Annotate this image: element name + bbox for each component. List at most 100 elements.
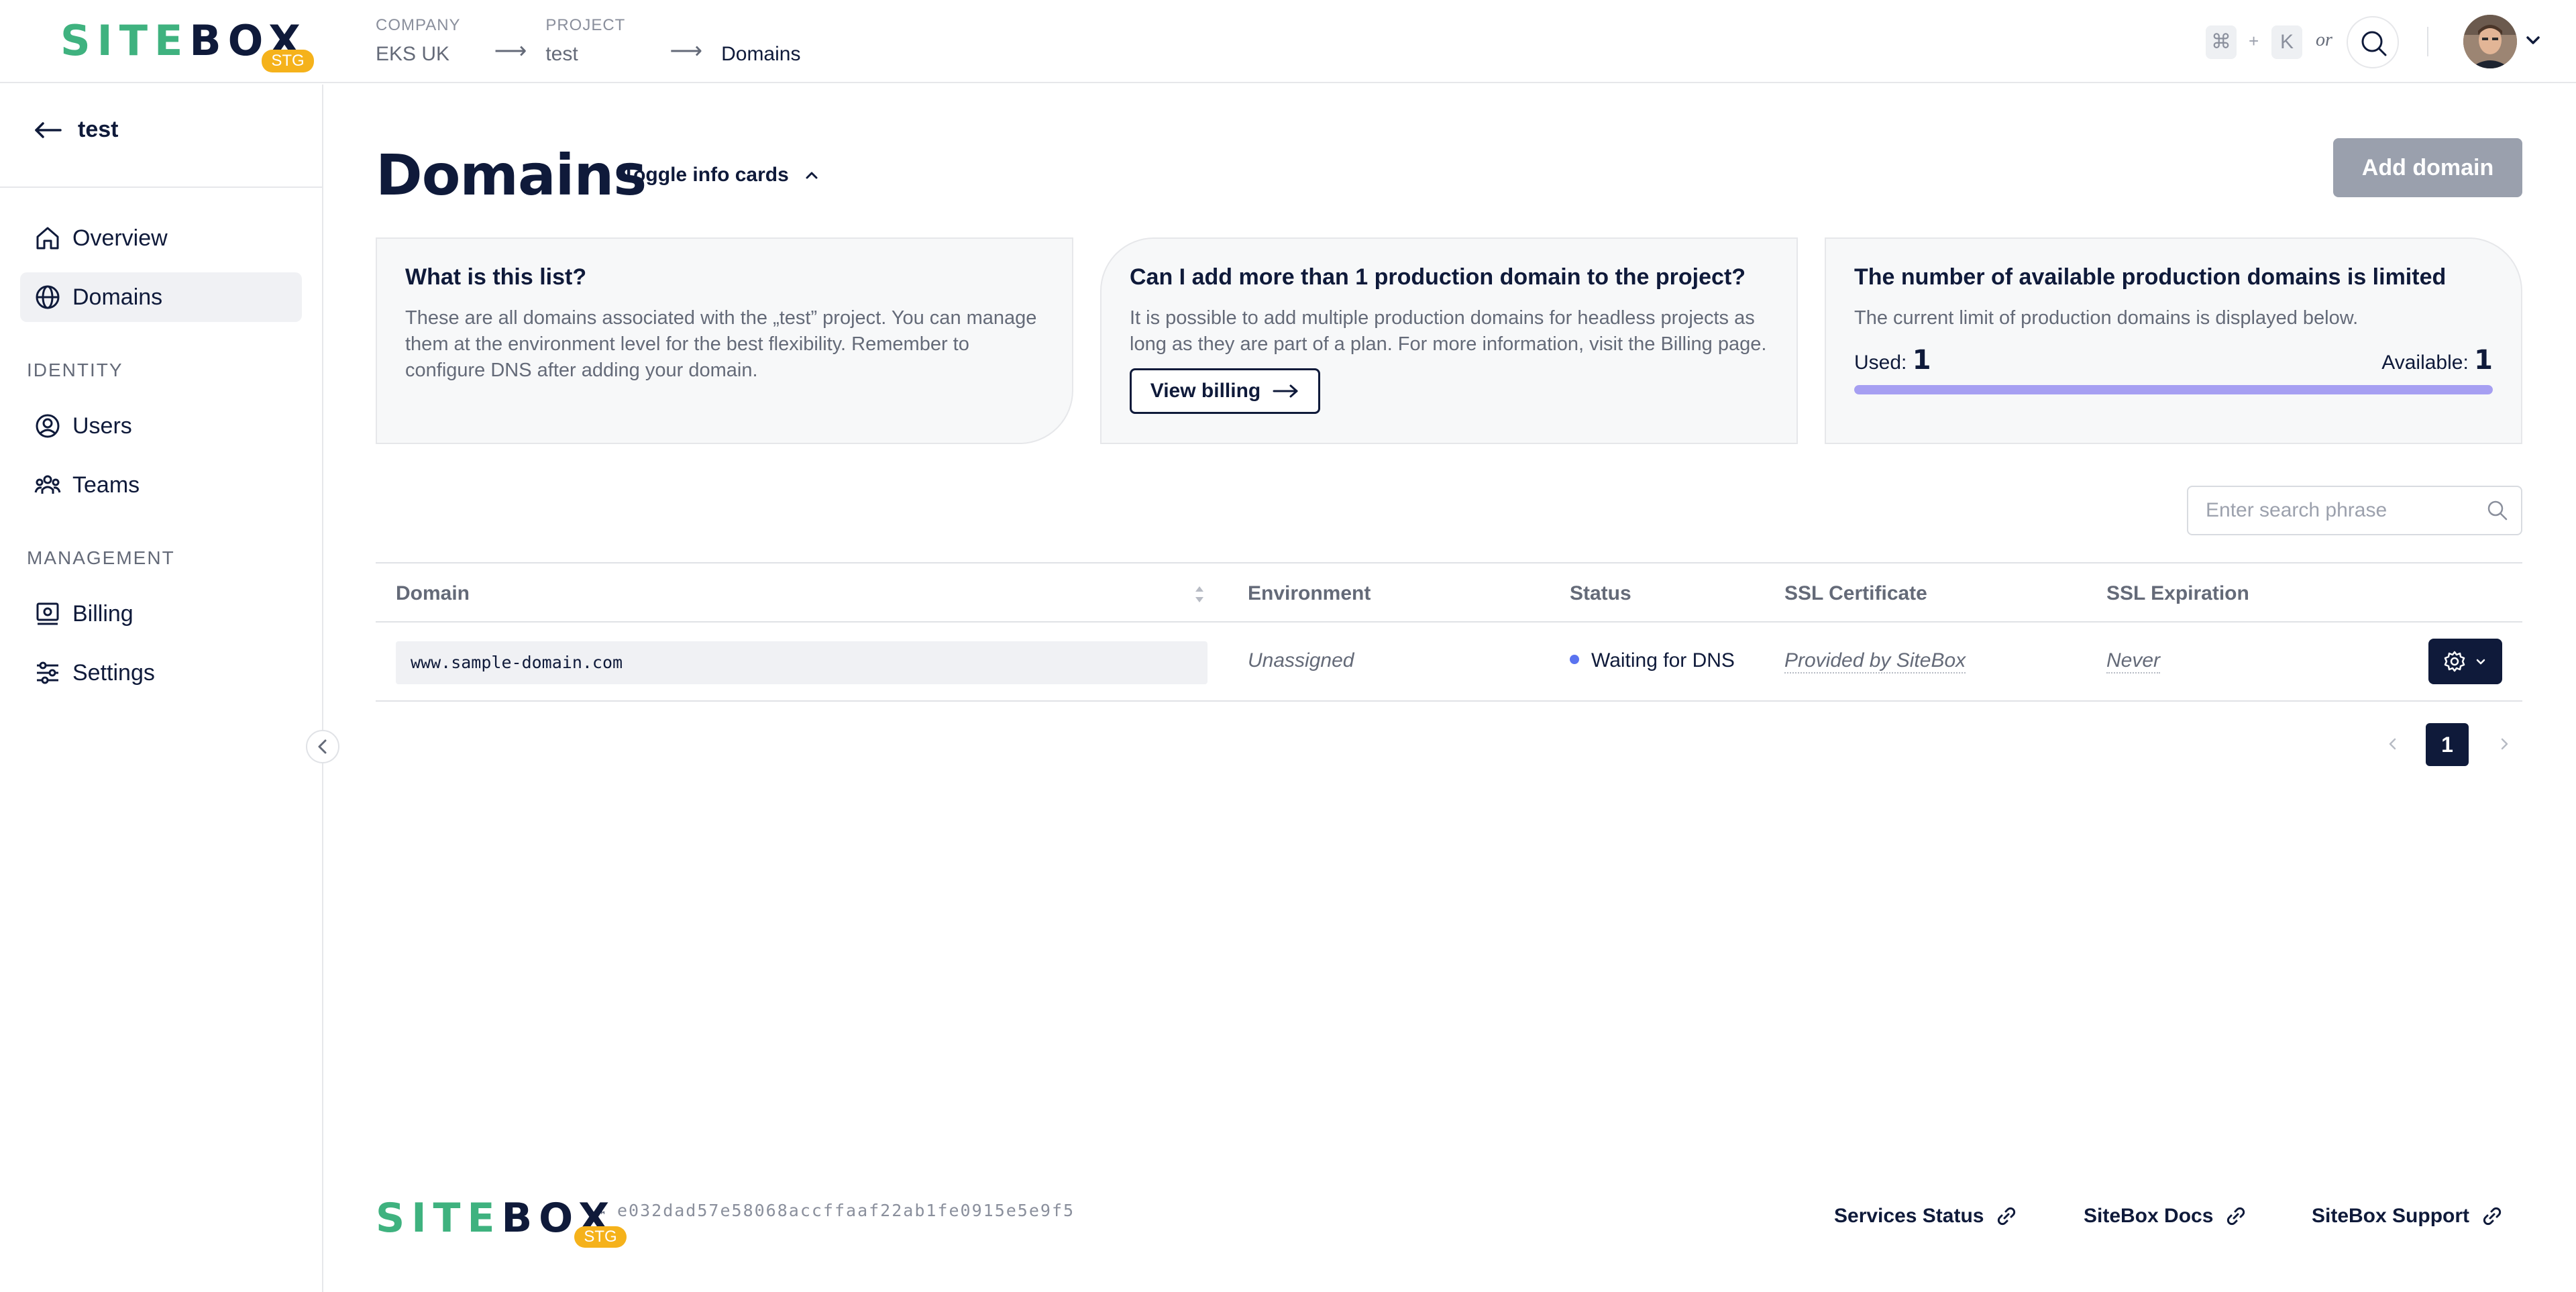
column-header-status: Status [1570,582,1631,604]
add-domain-button[interactable]: Add domain [2333,138,2522,197]
ssl-expiration-value[interactable]: Never [2106,649,2161,674]
table-row: www.sample-domain.com Unassigned Waiting… [376,623,2522,702]
sidebar: test Overview Domains IDENTITY Users Tea… [0,85,323,1292]
sidebar-item-domains[interactable]: Domains [20,272,302,322]
domain-search-input[interactable] [2187,486,2522,535]
sidebar-item-teams[interactable]: Teams [20,460,302,510]
back-label: test [78,117,119,142]
ssl-certificate-value[interactable]: Provided by SiteBox [1784,649,1966,674]
sitebox-logo[interactable]: SITE BOX ™ STG [60,16,314,72]
info-card-text: These are all domains associated with th… [405,307,1037,381]
global-search-button[interactable] [2347,16,2399,68]
env-badge: STG [262,50,314,72]
sidebar-section-identity: IDENTITY [27,360,123,380]
pagination-prev-icon[interactable] [2383,734,2403,754]
sidebar-item-overview[interactable]: Overview [20,213,302,263]
footer-link-label: Services Status [1834,1205,1984,1227]
team-icon [34,475,61,494]
footer-sitebox-logo: SITE BOX ™ STG [376,1195,627,1248]
column-header-ssl-expiration: SSL Expiration [2106,582,2249,604]
top-header: SITE BOX ™ STG COMPANY EKS UK ⟶ PROJECT t… [0,0,2576,83]
collapse-sidebar-button[interactable] [306,730,339,763]
arrow-right-icon [1273,384,1298,398]
cmd-key-hint: ⌘ [2206,25,2237,59]
chevron-down-icon[interactable] [2522,30,2544,51]
status-badge: Waiting for DNS [1570,649,1735,672]
footer-link-sitebox-docs[interactable]: SiteBox Docs [2084,1205,2247,1228]
used-count: Used: 1 [1854,345,1931,376]
available-count: Available: 1 [2381,345,2493,376]
sidebar-item-label: Teams [72,472,140,498]
logo-text-site: SITE [376,1195,502,1242]
row-actions-button[interactable] [2428,639,2502,684]
toggle-info-cards-label: Toggle info cards [623,164,789,186]
pagination-page-current[interactable]: 1 [2426,723,2469,766]
info-card-what-is-list: What is this list? These are all domains… [376,237,1073,444]
shortcut-or: or [2316,30,2332,50]
domain-usage: Used: 1 Available: 1 [1854,345,2493,376]
info-card-title: What is this list? [405,264,587,290]
back-to-project-link[interactable]: test [34,117,118,143]
link-icon [1998,1207,2016,1226]
sidebar-item-label: Overview [72,225,168,251]
domains-table: Domain Environment Status SSL Certificat… [376,562,2522,702]
user-avatar[interactable] [2463,15,2517,68]
breadcrumb-company-label: COMPANY [376,16,461,34]
sidebar-section-management: MANAGEMENT [27,547,175,568]
build-hash: e032dad57e58068accffaaf22ab1fe0915e5e9f5 [617,1201,1075,1220]
footer-link-label: SiteBox Support [2312,1205,2470,1227]
globe-icon [36,285,60,309]
pagination-next-icon[interactable] [2494,734,2514,754]
status-text: Waiting for DNS [1591,649,1735,671]
domain-name[interactable]: www.sample-domain.com [396,641,1208,684]
k-key-hint: K [2271,25,2302,59]
billing-icon [36,602,59,625]
breadcrumb-company[interactable]: COMPANY EKS UK [376,16,461,66]
toggle-info-cards-button[interactable]: Toggle info cards [623,164,821,186]
info-card-title: Can I add more than 1 production domain … [1130,264,1746,290]
env-badge: STG [574,1226,627,1248]
breadcrumb-arrow-icon: ⟶ [669,38,703,64]
sidebar-item-users[interactable]: Users [20,401,302,451]
page-title: Domains [376,142,647,208]
chevron-up-icon [806,172,818,179]
column-header-domain[interactable]: Domain [396,582,470,605]
chevron-down-icon [2476,659,2485,665]
link-icon [2483,1207,2502,1226]
breadcrumb-project-value: test [545,43,578,65]
sidebar-item-label: Billing [72,600,133,627]
footer-link-services-status[interactable]: Services Status [1834,1205,2017,1228]
column-header-environment: Environment [1248,582,1371,604]
link-icon [2227,1207,2245,1226]
status-dot [1570,655,1579,665]
info-card-title: The number of available production domai… [1854,264,2447,290]
sort-icon[interactable] [1190,582,1209,606]
logo-text-site: SITE [60,16,190,65]
column-header-ssl-certificate: SSL Certificate [1784,582,1927,604]
gear-icon [2444,651,2465,672]
user-circle-icon [36,414,60,438]
breadcrumb: COMPANY EKS UK ⟶ PROJECT test ⟶ Domains [376,16,800,66]
breadcrumb-current-value: Domains [721,43,801,65]
sidebar-item-label: Domains [72,284,163,310]
sidebar-item-settings[interactable]: Settings [20,648,302,698]
footer-link-label: SiteBox Docs [2084,1205,2214,1227]
breadcrumb-project[interactable]: PROJECT test [545,16,625,66]
info-card-text: The current limit of production domains … [1854,307,2359,329]
info-card-text: It is possible to add multiple productio… [1130,307,1767,355]
breadcrumb-current: Domains [721,16,800,66]
usage-progress-fill [1854,385,2493,394]
environment-value: Unassigned [1248,649,1354,671]
sidebar-divider [0,186,322,188]
table-header: Domain Environment Status SSL Certificat… [376,562,2522,623]
info-card-domain-limit: The number of available production domai… [1825,237,2522,444]
breadcrumb-company-value: EKS UK [376,43,450,65]
shortcut-plus: + [2249,31,2259,51]
footer-link-sitebox-support[interactable]: SiteBox Support [2312,1205,2503,1228]
view-billing-button[interactable]: View billing [1130,368,1320,414]
breadcrumb-project-label: PROJECT [545,16,626,34]
sidebar-item-billing[interactable]: Billing [20,589,302,639]
view-billing-label: View billing [1150,380,1261,402]
sliders-icon [37,661,58,684]
header-divider [2427,27,2428,56]
